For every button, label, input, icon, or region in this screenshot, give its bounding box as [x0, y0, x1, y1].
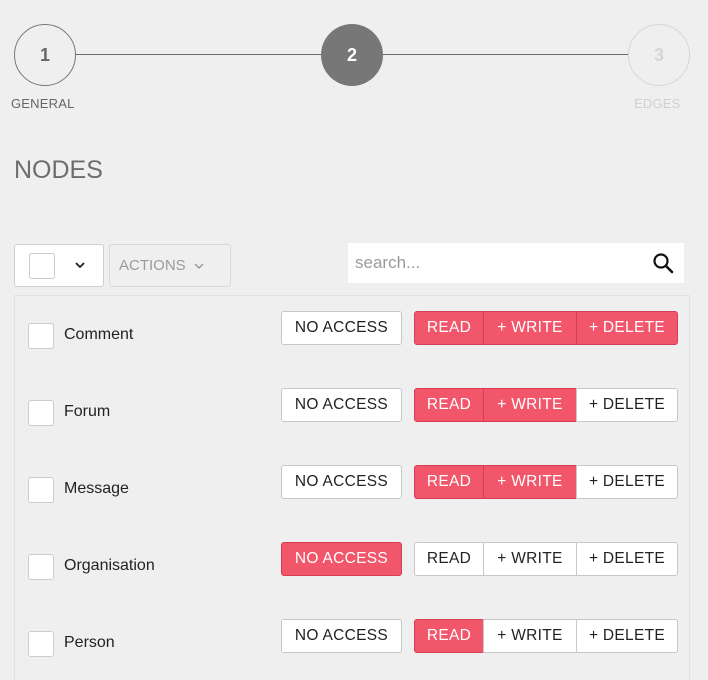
delete-button[interactable]: + DELETE	[576, 619, 678, 653]
node-name: Forum	[64, 403, 111, 420]
node-row: Message NO ACCESS READ + WRITE + DELETE	[15, 450, 691, 527]
node-name: Comment	[64, 326, 134, 343]
write-button[interactable]: + WRITE	[483, 542, 577, 576]
node-name: Person	[64, 634, 115, 651]
chevron-down-icon	[75, 262, 85, 269]
read-button[interactable]: READ	[414, 465, 484, 499]
node-checkbox[interactable]	[28, 323, 54, 349]
step-3-label: EDGES	[634, 96, 681, 111]
select-all-checkbox[interactable]	[29, 253, 55, 279]
no-access-button[interactable]: NO ACCESS	[281, 542, 402, 576]
delete-button[interactable]: + DELETE	[576, 311, 678, 345]
step-1-circle[interactable]: 1	[14, 24, 76, 86]
write-button[interactable]: + WRITE	[483, 619, 577, 653]
node-name: Message	[64, 480, 129, 497]
step-1-label: GENERAL	[11, 96, 75, 111]
node-row: Forum NO ACCESS READ + WRITE + DELETE	[15, 373, 691, 450]
search-input[interactable]	[348, 243, 648, 283]
delete-button[interactable]: + DELETE	[576, 388, 678, 422]
page-title: NODES	[14, 156, 103, 184]
delete-button[interactable]: + DELETE	[576, 465, 678, 499]
write-button[interactable]: + WRITE	[483, 388, 577, 422]
step-connector	[76, 54, 322, 55]
stepper: 1 2 3 GENERAL EDGES	[0, 0, 708, 130]
read-button[interactable]: READ	[414, 619, 484, 653]
actions-button[interactable]: ACTIONS	[109, 244, 231, 287]
search-box	[348, 243, 684, 283]
search-icon[interactable]	[652, 252, 674, 274]
node-permission-list: Comment NO ACCESS READ + WRITE + DELETE Forum…	[14, 295, 690, 680]
node-checkbox[interactable]	[28, 554, 54, 580]
no-access-button[interactable]: NO ACCESS	[281, 465, 402, 499]
node-checkbox[interactable]	[28, 400, 54, 426]
node-row: Comment NO ACCESS READ + WRITE + DELETE	[15, 296, 691, 373]
step-connector	[383, 54, 629, 55]
delete-button[interactable]: + DELETE	[576, 542, 678, 576]
node-checkbox[interactable]	[28, 631, 54, 657]
actions-label: ACTIONS	[119, 257, 186, 274]
no-access-button[interactable]: NO ACCESS	[281, 388, 402, 422]
no-access-button[interactable]: NO ACCESS	[281, 311, 402, 345]
node-row: Organisation NO ACCESS READ + WRITE + DELETE	[15, 527, 691, 604]
chevron-down-icon	[194, 262, 204, 269]
node-row: Person NO ACCESS READ + WRITE + DELETE	[15, 604, 691, 680]
read-button[interactable]: READ	[414, 388, 484, 422]
read-button[interactable]: READ	[414, 311, 484, 345]
node-checkbox[interactable]	[28, 477, 54, 503]
node-name: Organisation	[64, 557, 155, 574]
write-button[interactable]: + WRITE	[483, 465, 577, 499]
step-3-circle[interactable]: 3	[628, 24, 690, 86]
no-access-button[interactable]: NO ACCESS	[281, 619, 402, 653]
write-button[interactable]: + WRITE	[483, 311, 577, 345]
step-2-circle[interactable]: 2	[321, 24, 383, 86]
select-all-dropdown[interactable]	[14, 244, 104, 287]
read-button[interactable]: READ	[414, 542, 484, 576]
